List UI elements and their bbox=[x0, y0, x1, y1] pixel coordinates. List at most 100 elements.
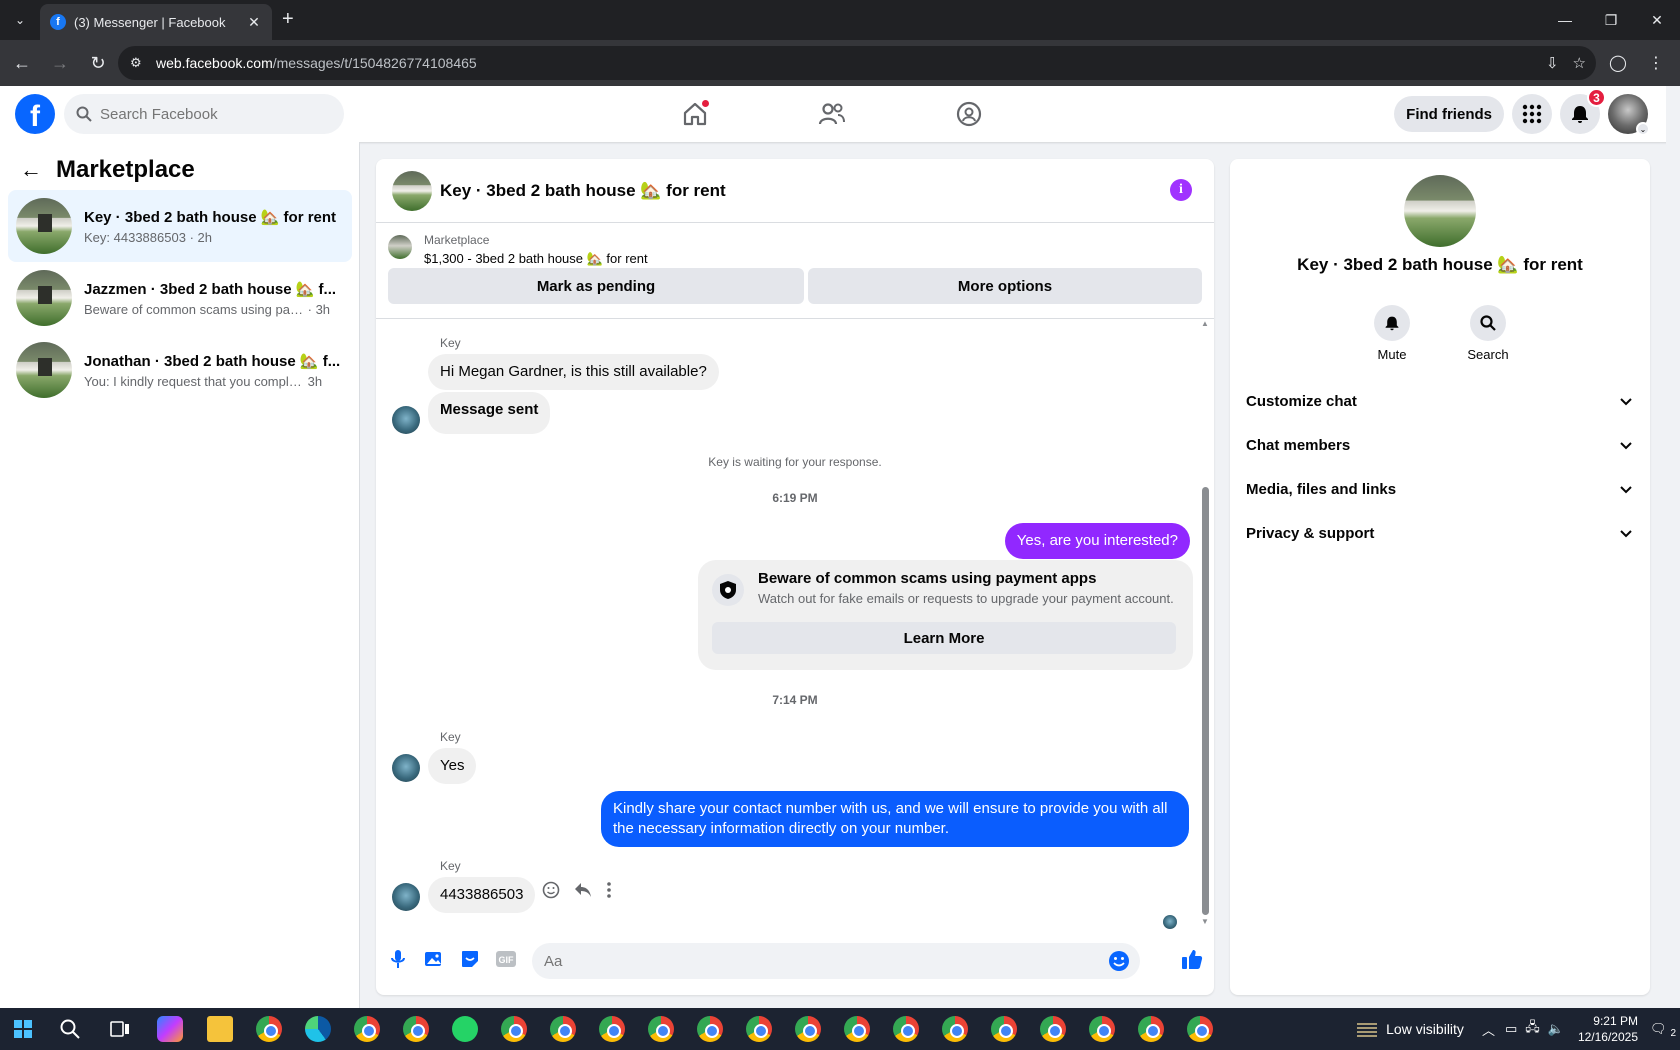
edge-icon[interactable] bbox=[305, 1016, 331, 1042]
new-tab-button[interactable]: + bbox=[282, 9, 294, 29]
message-bubble-sent[interactable]: Yes, are you interested? bbox=[1004, 523, 1190, 559]
mark-as-pending-button[interactable]: Mark as pending bbox=[388, 268, 804, 304]
customize-chat-section[interactable]: Customize chat bbox=[1246, 381, 1634, 421]
sticker-icon[interactable] bbox=[458, 947, 482, 971]
site-info-icon[interactable]: ⚙ bbox=[130, 55, 156, 71]
media-files-links-section[interactable]: Media, files and links bbox=[1246, 469, 1634, 509]
meet-now-icon[interactable]: ▭ bbox=[1505, 1021, 1517, 1037]
chrome-icon[interactable] bbox=[1040, 1016, 1066, 1042]
close-tab-icon[interactable]: ✕ bbox=[246, 14, 262, 31]
emoji-icon[interactable] bbox=[1108, 950, 1130, 972]
message-input[interactable] bbox=[544, 952, 1084, 970]
photo-icon[interactable] bbox=[422, 947, 446, 971]
chat-thumbnail[interactable] bbox=[392, 170, 432, 211]
back-arrow-icon[interactable]: ← bbox=[20, 157, 42, 183]
copilot-icon[interactable] bbox=[157, 1016, 183, 1042]
chrome-icon[interactable] bbox=[403, 1016, 429, 1042]
chrome-icon[interactable] bbox=[1138, 1016, 1164, 1042]
window-close-icon[interactable]: ✕ bbox=[1634, 0, 1680, 40]
info-icon[interactable]: i bbox=[1170, 179, 1192, 201]
chrome-icon[interactable] bbox=[501, 1016, 527, 1042]
chrome-icon[interactable] bbox=[1187, 1016, 1213, 1042]
chrome-icon-active[interactable] bbox=[795, 1016, 821, 1042]
message-bubble-sent[interactable]: Kindly share your contact number with us… bbox=[601, 791, 1189, 847]
message-input-wrap[interactable] bbox=[532, 943, 1140, 979]
sender-avatar[interactable] bbox=[392, 754, 420, 782]
friends-nav[interactable] bbox=[792, 86, 872, 142]
browser-menu-icon[interactable]: ⋮ bbox=[1640, 47, 1672, 79]
volume-icon[interactable]: 🔈 bbox=[1548, 1021, 1564, 1037]
address-bar[interactable]: ⚙ web.facebook.com/messages/t/1504826774… bbox=[118, 46, 1596, 80]
account-avatar[interactable]: ⌄ bbox=[1608, 94, 1650, 136]
facebook-logo-icon[interactable]: f bbox=[15, 94, 55, 134]
search-in-chat-button[interactable]: Search bbox=[1458, 305, 1518, 362]
tab-search-button[interactable]: ⌄ bbox=[8, 8, 32, 32]
show-hidden-icons-chevron-icon[interactable]: ︿ bbox=[1482, 1020, 1495, 1039]
chrome-icon[interactable] bbox=[697, 1016, 723, 1042]
conversation-item[interactable]: Jazzmen · 3bed 2 bath house 🏡 f... Bewar… bbox=[8, 262, 352, 334]
react-emoji-icon[interactable] bbox=[542, 881, 560, 899]
install-app-icon[interactable]: ⇩ bbox=[1546, 54, 1559, 72]
chrome-icon[interactable] bbox=[746, 1016, 772, 1042]
facebook-search[interactable] bbox=[64, 94, 344, 134]
minimize-icon[interactable]: — bbox=[1542, 0, 1588, 40]
groups-nav[interactable] bbox=[929, 86, 1009, 142]
more-options-button[interactable]: More options bbox=[808, 268, 1202, 304]
chrome-icon[interactable] bbox=[844, 1016, 870, 1042]
chrome-icon[interactable] bbox=[550, 1016, 576, 1042]
privacy-support-section[interactable]: Privacy & support bbox=[1246, 513, 1634, 553]
mute-button[interactable]: Mute bbox=[1362, 305, 1422, 362]
taskbar-search-icon[interactable] bbox=[60, 1019, 80, 1039]
sender-avatar[interactable] bbox=[392, 883, 420, 911]
scroll-up-icon[interactable]: ▲ bbox=[1200, 319, 1210, 328]
reply-icon[interactable] bbox=[574, 882, 592, 898]
chat-title[interactable]: Key · 3bed 2 bath house 🏡 for rent bbox=[440, 181, 726, 201]
chrome-icon[interactable] bbox=[893, 1016, 919, 1042]
menu-button[interactable] bbox=[1512, 94, 1552, 134]
message-scrollbar[interactable]: ▲ ▼ bbox=[1200, 319, 1210, 929]
find-friends-button[interactable]: Find friends bbox=[1394, 96, 1504, 132]
notification-center-icon[interactable]: 🗨 2 bbox=[1650, 1021, 1676, 1039]
task-view-icon[interactable] bbox=[110, 1019, 130, 1039]
chrome-icon[interactable] bbox=[942, 1016, 968, 1042]
microphone-icon[interactable] bbox=[386, 947, 410, 971]
file-explorer-icon[interactable] bbox=[207, 1016, 233, 1042]
chat-members-section[interactable]: Chat members bbox=[1246, 425, 1634, 465]
back-button[interactable]: ← bbox=[6, 47, 38, 79]
profile-icon[interactable]: ◯ bbox=[1602, 47, 1634, 79]
weather-widget[interactable]: Low visibility bbox=[1356, 1021, 1464, 1037]
chrome-icon[interactable] bbox=[991, 1016, 1017, 1042]
sender-avatar[interactable] bbox=[392, 406, 420, 434]
network-icon[interactable]: 🖧 bbox=[1525, 1018, 1540, 1040]
thumbs-up-icon[interactable] bbox=[1180, 947, 1204, 971]
notifications-button[interactable]: 3 bbox=[1560, 88, 1606, 134]
message-bubble[interactable]: 4433886503 bbox=[428, 877, 536, 913]
more-vertical-icon[interactable] bbox=[606, 881, 612, 899]
message-bubble[interactable]: Hi Megan Gardner, is this still availabl… bbox=[428, 354, 719, 390]
learn-more-button[interactable]: Learn More bbox=[712, 622, 1176, 654]
gif-icon[interactable]: GIF bbox=[494, 947, 518, 971]
restore-icon[interactable]: ❐ bbox=[1588, 0, 1634, 40]
listing-thumbnail[interactable] bbox=[388, 235, 412, 259]
chrome-icon[interactable] bbox=[354, 1016, 380, 1042]
chrome-icon[interactable] bbox=[1089, 1016, 1115, 1042]
conversation-item[interactable]: Jonathan · 3bed 2 bath house 🏡 f... You:… bbox=[8, 334, 352, 406]
bookmark-star-icon[interactable]: ☆ bbox=[1573, 54, 1586, 72]
whatsapp-icon[interactable] bbox=[452, 1016, 478, 1042]
reload-button[interactable]: ↻ bbox=[82, 47, 114, 79]
message-bubble[interactable]: Message sent bbox=[428, 392, 551, 434]
home-nav[interactable] bbox=[655, 86, 735, 142]
listing-description[interactable]: $1,300 - 3bed 2 bath house 🏡 for rent bbox=[424, 251, 648, 267]
chrome-icon[interactable] bbox=[256, 1016, 282, 1042]
chrome-icon[interactable] bbox=[648, 1016, 674, 1042]
listing-photo[interactable] bbox=[1404, 175, 1476, 247]
forward-button[interactable]: → bbox=[44, 47, 76, 79]
conversation-item[interactable]: Key · 3bed 2 bath house 🏡 for rent Key: … bbox=[8, 190, 352, 262]
windows-start-icon[interactable] bbox=[14, 1020, 32, 1038]
search-input[interactable] bbox=[100, 105, 320, 123]
chrome-icon[interactable] bbox=[599, 1016, 625, 1042]
message-bubble[interactable]: Yes bbox=[428, 748, 477, 784]
page-scrollbar[interactable] bbox=[1666, 86, 1680, 1008]
browser-tab-active[interactable]: f (3) Messenger | Facebook ✕ bbox=[40, 4, 272, 40]
scroll-down-icon[interactable]: ▼ bbox=[1200, 917, 1210, 926]
